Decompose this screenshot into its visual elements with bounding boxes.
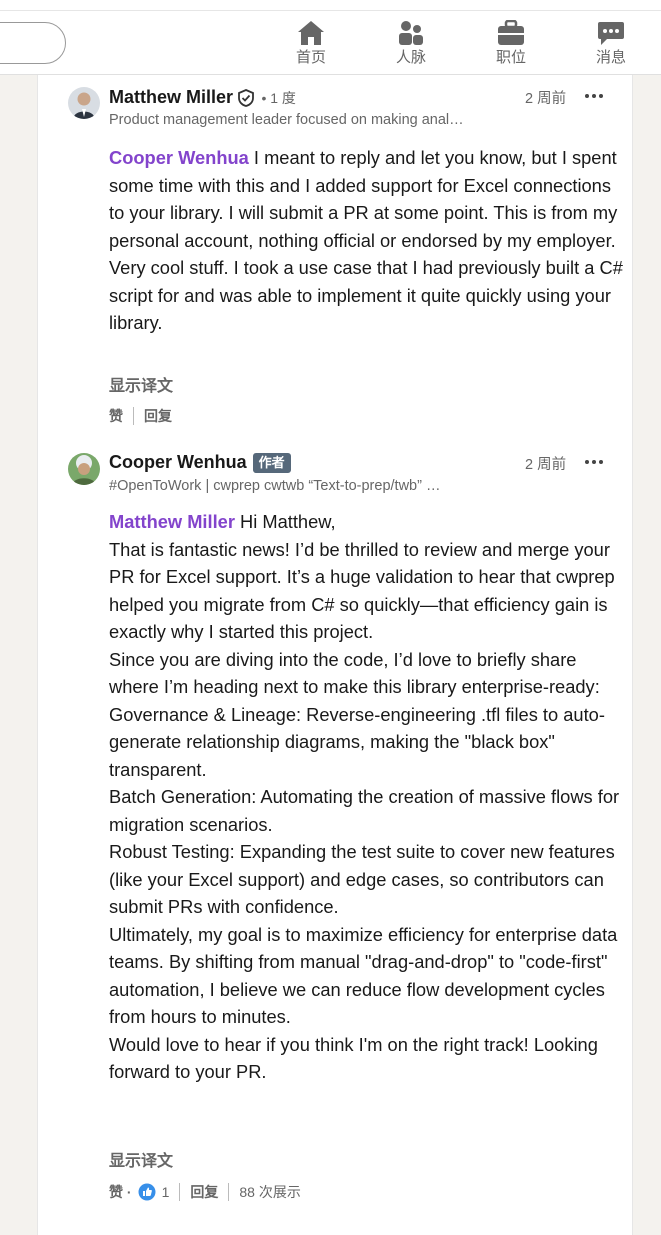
messaging-icon [598,22,624,45]
window-edge [0,10,661,11]
nav-jobs-label: 职位 [495,49,526,66]
more-options-icon[interactable] [584,454,604,470]
network-icon [399,21,423,45]
reaction-count[interactable]: 1 [162,1184,170,1200]
comment-paragraph: Batch Generation: Automating the creatio… [109,786,620,835]
avatar[interactable] [68,453,100,485]
comment-actions: 赞 · 1 回复 88 次展示 [109,1182,301,1202]
nav-jobs[interactable]: 职位 [481,20,541,70]
comment-actions: 赞 回复 [109,406,172,426]
show-translation-link[interactable]: 显示译文 [109,372,173,396]
comments-card: Matthew Miller • 1 度 Product management … [37,75,633,1235]
more-options-icon[interactable] [584,88,604,104]
comment-paragraph: Would love to hear if you think I'm on t… [109,1033,598,1083]
reply-button[interactable]: 回复 [144,406,172,426]
author-badge: 作者 [252,452,291,473]
author-headline: #OpenToWork | cwprep cwtwb “Text-to-prep… [109,478,441,494]
comment-text: I meant to reply and let you know, but I… [109,147,623,333]
comment-paragraph: Robust Testing: Expanding the test suite… [109,841,615,917]
comment-timestamp: 2 周前 [525,457,567,473]
nav-home[interactable]: 首页 [281,20,341,70]
author-line: Cooper Wenhua 作者 [109,452,291,476]
search-input[interactable] [0,22,66,64]
mention-link[interactable]: Matthew Miller [109,511,235,532]
author-headline: Product management leader focused on mak… [109,112,464,128]
divider [179,1183,181,1201]
divider [228,1183,230,1201]
jobs-briefcase-icon [498,20,524,45]
nav-network-label: 人脉 [395,49,426,66]
comment-paragraph: Since you are diving into the code, I’d … [109,648,600,698]
comment-text: Hi Matthew, [234,511,336,532]
avatar[interactable] [68,87,100,119]
comment-paragraph: That is fantastic news! I’d be thrilled … [109,538,615,643]
verified-shield-icon [238,88,254,107]
author-name[interactable]: Cooper Wenhua [109,452,247,472]
mention-link[interactable]: Cooper Wenhua [109,147,249,168]
comment-body: Cooper Wenhua I meant to reply and let y… [109,144,629,337]
comment-body: Matthew Miller Hi Matthew, That is fanta… [109,508,629,1086]
like-button[interactable]: 赞 [109,406,123,426]
nav-home-label: 首页 [295,49,326,66]
impressions-count: 88 次展示 [239,1184,301,1200]
author-name[interactable]: Matthew Miller [109,87,233,107]
reply-button[interactable]: 回复 [190,1182,218,1202]
like-button[interactable]: 赞 · [109,1182,132,1202]
comment-paragraph: Governance & Lineage: Reverse-engineerin… [109,703,605,780]
nav-network[interactable]: 人脉 [381,20,441,70]
global-nav: 首页 人脉 职位 消息 [0,0,661,75]
like-reaction-icon[interactable] [138,1183,156,1201]
divider [133,407,134,425]
comment-paragraph: Ultimately, my goal is to maximize effic… [109,923,618,1028]
nav-messaging[interactable]: 消息 [581,20,641,70]
author-line: Matthew Miller • 1 度 [109,87,296,111]
show-translation-link[interactable]: 显示译文 [109,1147,173,1171]
home-icon [298,21,324,45]
comment-timestamp: 2 周前 [525,91,567,107]
nav-messaging-label: 消息 [595,49,626,66]
connection-degree: • 1 度 [261,89,296,106]
